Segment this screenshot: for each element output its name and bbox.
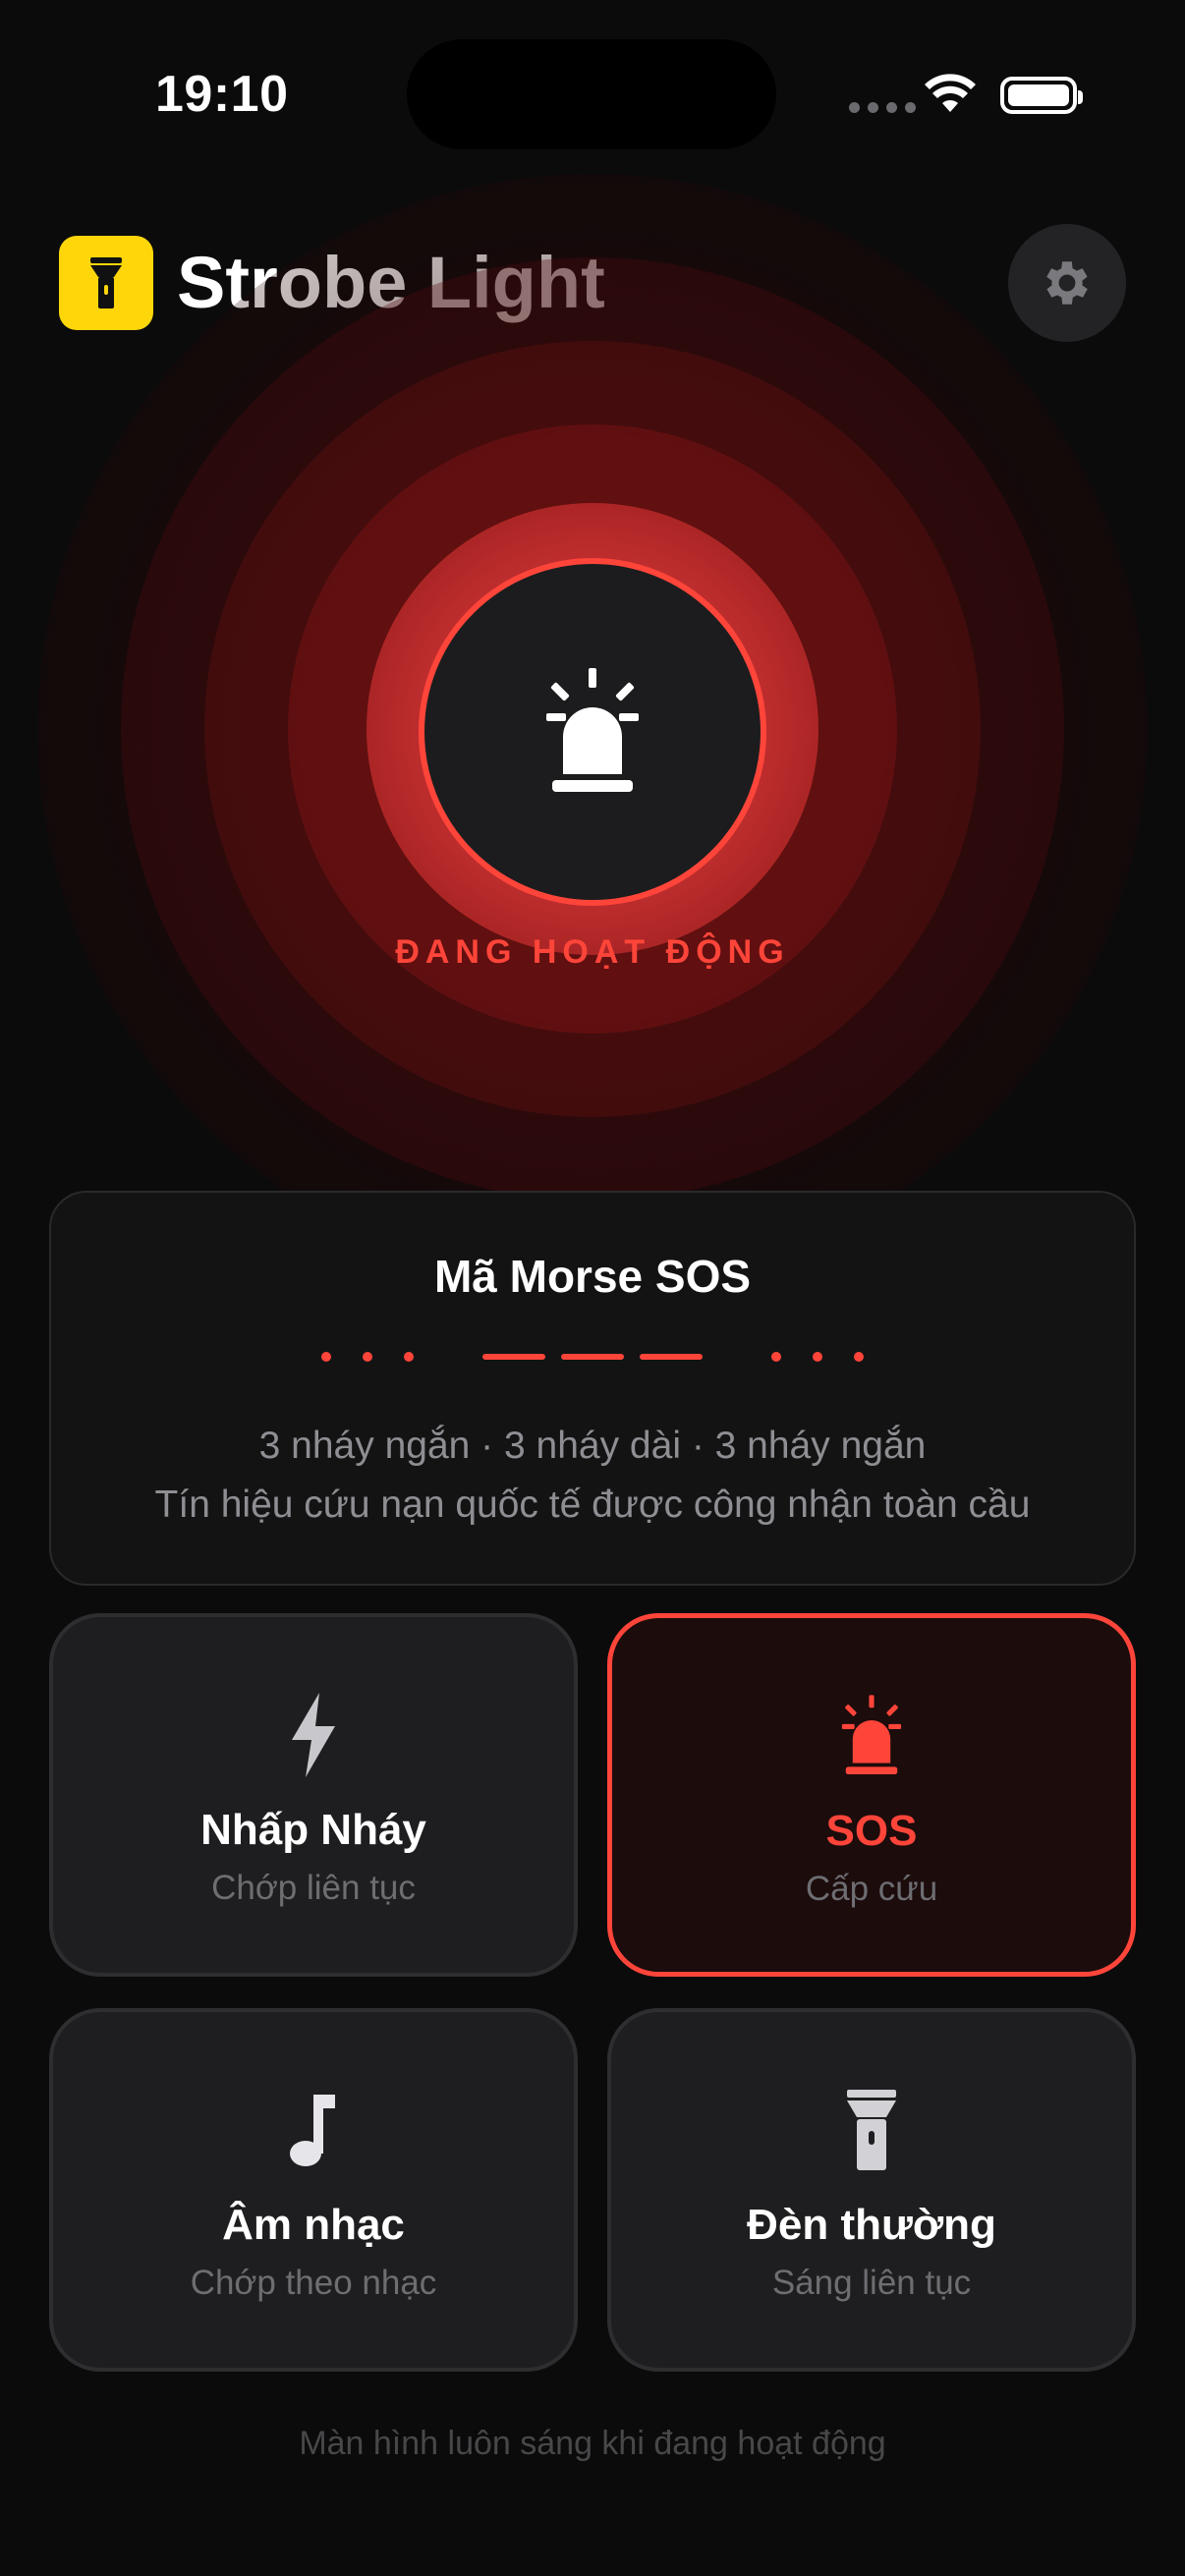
battery-icon bbox=[1000, 77, 1083, 114]
music-note-icon bbox=[290, 2095, 335, 2166]
mode-subtitle: Sáng liên tục bbox=[771, 2264, 972, 2302]
morse-card-title: Mã Morse SOS bbox=[433, 1251, 752, 1302]
footer-note: Màn hình luôn sáng khi đang hoạt động bbox=[299, 2425, 886, 2462]
bolt-icon bbox=[292, 1693, 335, 1777]
morse-info-card: Mã Morse SOS 3 nháy ngắn · 3 nháy dài · … bbox=[49, 1191, 1136, 1586]
active-status-label: ĐANG HOẠT ĐỘNG bbox=[395, 933, 790, 971]
morse-pattern-text: 3 nháy ngắn · 3 nháy dài · 3 nháy ngắn bbox=[258, 1425, 927, 1467]
mode-card-flashlight[interactable]: Đèn thường Sáng liên tục bbox=[607, 2008, 1136, 2372]
cellular-signal-icon bbox=[849, 102, 916, 113]
morse-description: 3 nháy ngắn · 3 nháy dài · 3 nháy ngắn T… bbox=[51, 1417, 1134, 1535]
flashlight-icon bbox=[847, 2090, 896, 2170]
wifi-icon bbox=[925, 74, 976, 112]
mode-subtitle: Cấp cứu bbox=[805, 1870, 938, 1908]
siren-icon bbox=[546, 668, 639, 792]
status-time: 19:10 bbox=[155, 66, 289, 123]
mode-card-strobe[interactable]: Nhấp Nháy Chớp liên tục bbox=[49, 1613, 578, 1977]
sos-toggle-button[interactable] bbox=[419, 558, 766, 906]
gear-icon bbox=[1046, 261, 1088, 305]
mode-title: Âm nhạc bbox=[222, 2201, 405, 2249]
mode-title: Đèn thường bbox=[747, 2201, 996, 2249]
settings-button[interactable] bbox=[1008, 224, 1126, 342]
mode-title: SOS bbox=[825, 1807, 918, 1855]
morse-pattern bbox=[51, 1352, 1134, 1362]
mode-subtitle: Chớp liên tục bbox=[211, 1869, 416, 1907]
siren-icon bbox=[841, 1695, 902, 1775]
morse-signal-note: Tín hiệu cứu nạn quốc tế được công nhận … bbox=[154, 1484, 1031, 1526]
mode-title: Nhấp Nháy bbox=[200, 1806, 426, 1854]
app-logo-flashlight-icon bbox=[59, 236, 153, 330]
mode-card-sos[interactable]: SOS Cấp cứu bbox=[607, 1613, 1136, 1977]
mode-card-music[interactable]: Âm nhạc Chớp theo nhạc bbox=[49, 2008, 578, 2372]
dynamic-island bbox=[407, 39, 776, 149]
mode-subtitle: Chớp theo nhạc bbox=[190, 2264, 437, 2302]
